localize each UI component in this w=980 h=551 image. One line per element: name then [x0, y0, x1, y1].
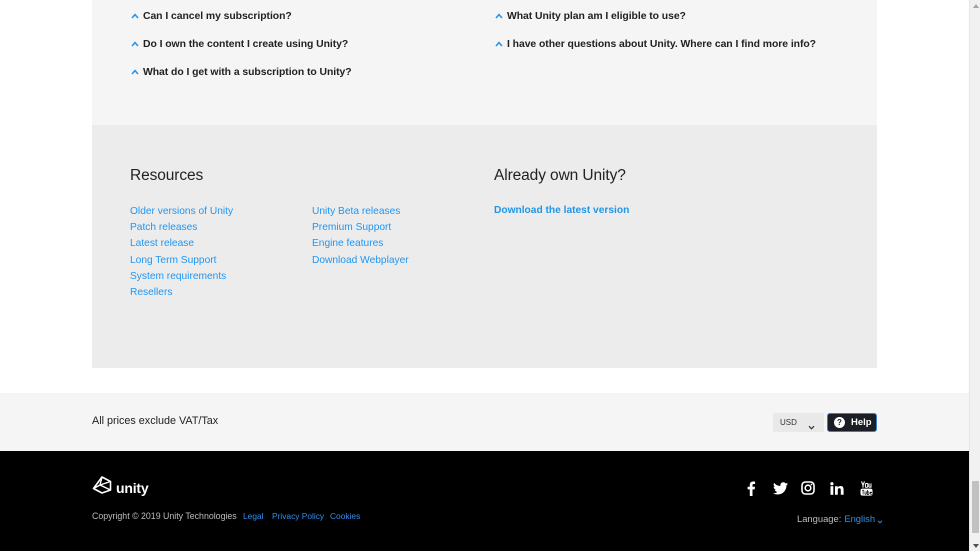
- chevron-up-icon: [130, 39, 140, 49]
- resources-section: Resources Older versions of Unity Patch …: [92, 125, 877, 368]
- scrollbar-thumb[interactable]: [972, 481, 979, 533]
- unity-logo[interactable]: unity: [92, 476, 149, 499]
- chevron-up-icon: [130, 11, 140, 21]
- twitter-icon[interactable]: [772, 480, 788, 496]
- faq-item[interactable]: What do I get with a subscription to Uni…: [130, 64, 352, 80]
- language-label: Language:: [797, 513, 842, 524]
- faq-item[interactable]: Can I cancel my subscription?: [130, 8, 292, 24]
- faq-item[interactable]: What Unity plan am I eligible to use?: [494, 8, 686, 24]
- language-value[interactable]: English: [844, 513, 875, 524]
- currency-select[interactable]: USD: [773, 413, 824, 432]
- chevron-down-icon[interactable]: [877, 516, 883, 524]
- faq-question: Can I cancel my subscription?: [143, 10, 292, 22]
- resource-link[interactable]: Latest release: [130, 238, 194, 249]
- youtube-icon[interactable]: [858, 480, 874, 496]
- scroll-up-arrow-icon[interactable]: [970, 0, 980, 11]
- chevron-up-icon: [494, 39, 504, 49]
- chevron-up-icon: [130, 67, 140, 77]
- resources-heading: Resources: [130, 167, 204, 184]
- legal-link[interactable]: Legal: [243, 511, 264, 521]
- help-button[interactable]: ? Help: [827, 413, 877, 432]
- scrollbar[interactable]: [969, 0, 980, 551]
- chevron-up-icon: [494, 11, 504, 21]
- language-selector: Language: English: [797, 513, 883, 524]
- cookies-link[interactable]: Cookies: [330, 511, 360, 521]
- logo-text: unity: [116, 479, 149, 496]
- question-icon: ?: [834, 417, 845, 428]
- faq-question: What do I get with a subscription to Uni…: [143, 66, 352, 78]
- currency-value: USD: [780, 418, 797, 427]
- chevron-down-icon: [808, 418, 815, 430]
- resource-link[interactable]: Long Term Support: [130, 255, 216, 266]
- faq-question: I have other questions about Unity. Wher…: [507, 38, 816, 50]
- download-latest-link[interactable]: Download the latest version: [494, 205, 629, 216]
- faq-item[interactable]: Do I own the content I create using Unit…: [130, 36, 348, 52]
- resource-link[interactable]: Unity Beta releases: [312, 206, 400, 217]
- resource-link[interactable]: Premium Support: [312, 222, 391, 233]
- footer: unity Copyright © 2019 Unity Technologie…: [0, 451, 969, 551]
- help-label: Help: [851, 417, 872, 428]
- unity-cube-icon: [92, 476, 112, 499]
- vat-note: All prices exclude VAT/Tax: [92, 415, 219, 427]
- linkedin-icon[interactable]: [829, 480, 845, 496]
- faq-question: What Unity plan am I eligible to use?: [507, 10, 686, 22]
- copyright: Copyright © 2019 Unity Technologies: [92, 511, 237, 521]
- scroll-down-arrow-icon[interactable]: [970, 540, 980, 551]
- faq-item[interactable]: I have other questions about Unity. Wher…: [494, 36, 816, 52]
- price-bar: All prices exclude VAT/Tax USD ? Help: [0, 393, 969, 451]
- page: Can I cancel my subscription? Do I own t…: [0, 0, 980, 551]
- resource-link[interactable]: Resellers: [130, 287, 172, 298]
- resource-link[interactable]: Download Webplayer: [312, 255, 409, 266]
- faq-section: Can I cancel my subscription? Do I own t…: [92, 0, 877, 125]
- faq-question: Do I own the content I create using Unit…: [143, 38, 349, 50]
- already-own-heading: Already own Unity?: [494, 167, 626, 184]
- instagram-icon[interactable]: [800, 480, 816, 496]
- privacy-policy-link[interactable]: Privacy Policy: [272, 511, 324, 521]
- resource-link[interactable]: Patch releases: [130, 222, 197, 233]
- facebook-icon[interactable]: [743, 480, 759, 496]
- resource-link[interactable]: Older versions of Unity: [130, 206, 233, 217]
- resource-link[interactable]: System requirements: [130, 271, 226, 282]
- resource-link[interactable]: Engine features: [312, 238, 383, 249]
